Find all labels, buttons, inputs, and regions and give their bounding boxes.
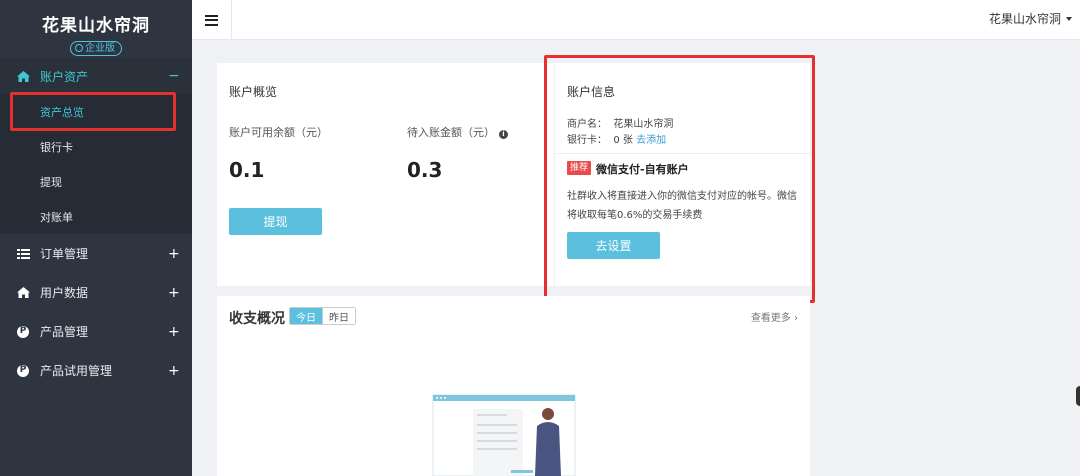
merchant-label: 商户名： [567, 119, 607, 130]
p-circle-icon: P [17, 325, 29, 338]
nav-label: 用户数据 [40, 286, 89, 300]
nav-label: 账户资产 [40, 69, 89, 84]
income-title: 收支概况 [229, 311, 285, 327]
brand: 花果山水帘洞 企业版 [0, 0, 192, 58]
expand-icon: + [168, 323, 180, 340]
account-info-panel: 账户信息 商户名： 花果山水帘洞 银行卡： 0 张 去添加 推荐 微信支付-自有… [554, 63, 811, 286]
setup-button[interactable]: 去设置 [567, 232, 660, 259]
submenu-account-assets: 资产总览 银行卡 提现 对账单 [0, 94, 192, 234]
nav-label: 产品管理 [40, 325, 89, 339]
account-info-title: 账户信息 [567, 85, 616, 99]
merchant-row: 商户名： 花果山水帘洞 [567, 115, 673, 130]
topbar: 花果山水帘洞 [192, 0, 1080, 40]
bank-card-label: 银行卡： [567, 135, 607, 146]
pending-amount-text: 待入账金额（元） [407, 126, 495, 139]
pending-amount-value: 0.3 [407, 158, 443, 182]
divider [555, 153, 811, 154]
merchant-value: 花果山水帘洞 [613, 119, 674, 130]
withdraw-button[interactable]: 提现 [229, 208, 322, 235]
available-balance-value: 0.1 [229, 158, 265, 182]
sub-item-asset-overview[interactable]: 资产总览 [0, 94, 192, 129]
recommend-badge: 推荐 [567, 161, 592, 175]
tab-today[interactable]: 今日 [290, 308, 322, 324]
view-more-link[interactable]: 查看更多 › [751, 309, 798, 324]
nav-account-assets[interactable]: 账户资产 − [0, 58, 192, 94]
expand-icon: + [168, 362, 180, 379]
nav-product-management[interactable]: P 产品管理 + [0, 312, 192, 351]
view-more-label: 查看更多 [750, 313, 791, 324]
home-icon [16, 70, 30, 82]
sub-item-bank-card[interactable]: 银行卡 [0, 129, 192, 164]
sub-item-statement[interactable]: 对账单 [0, 199, 192, 234]
sidebar: 花果山水帘洞 企业版 账户资产 − 资产总览 银行卡 提现 对账单 订单管理 +… [0, 0, 192, 476]
list-icon [16, 248, 30, 259]
bank-card-count: 0 张 [613, 135, 633, 146]
nav-group-account-assets: 账户资产 − 资产总览 银行卡 提现 对账单 [0, 58, 192, 234]
edition-badge: 企业版 [70, 41, 122, 56]
p-circle-icon: P [17, 364, 29, 377]
pending-amount-label: 待入账金额（元） i [407, 124, 508, 140]
sub-item-withdraw[interactable]: 提现 [0, 164, 192, 199]
collapse-icon: − [168, 68, 180, 84]
available-balance-label: 账户可用余额（元） [229, 126, 328, 139]
user-name: 花果山水帘洞 [988, 12, 1061, 26]
overview-title: 账户概览 [229, 85, 278, 99]
tab-yesterday[interactable]: 昨日 [322, 308, 355, 324]
brand-name: 花果山水帘洞 [42, 16, 150, 36]
caret-down-icon [1066, 17, 1072, 21]
bank-card-row: 银行卡： 0 张 去添加 [567, 131, 666, 146]
edition-badge-label: 企业版 [85, 43, 115, 54]
expand-icon: + [168, 245, 180, 262]
expand-icon: + [168, 284, 180, 301]
account-overview-card: 账户概览 账户可用余额（元） 0.1 待入账金额（元） i 0.3 提现 账户信息… [217, 63, 811, 286]
income-overview-card: 收支概况 今日 昨日 查看更多 › [217, 296, 810, 476]
wechat-pay-title: 微信支付-自有账户 [596, 163, 689, 176]
floating-handle[interactable] [1076, 386, 1080, 406]
nav-user-data[interactable]: 用户数据 + [0, 273, 192, 312]
empty-state-illustration [432, 394, 576, 476]
wechat-pay-description: 社群收入将直接进入你的微信支付对应的帐号。微信将收取每笔0.6%的交易手续费 [567, 191, 797, 221]
badge-icon [75, 44, 83, 52]
home-icon [16, 287, 30, 298]
chevron-right-icon: › [794, 313, 798, 324]
user-menu[interactable]: 花果山水帘洞 [989, 10, 1072, 27]
add-bank-card-link[interactable]: 去添加 [636, 135, 666, 146]
hamburger-icon[interactable] [192, 0, 232, 40]
nav-product-trial-management[interactable]: P 产品试用管理 + [0, 351, 192, 390]
nav-label: 订单管理 [40, 247, 89, 261]
nav-order-management[interactable]: 订单管理 + [0, 234, 192, 273]
date-range-toggle: 今日 昨日 [289, 307, 356, 325]
info-icon[interactable]: i [499, 130, 508, 139]
nav-label: 产品试用管理 [40, 364, 113, 378]
